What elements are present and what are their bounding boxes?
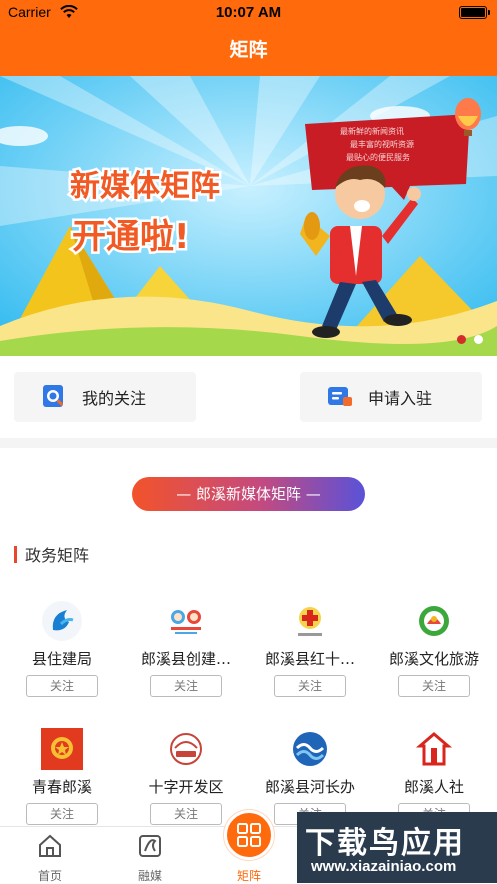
tab-media[interactable]: 融媒	[100, 827, 200, 884]
account-item[interactable]: 郎溪县红十… 关注	[248, 600, 372, 697]
my-follows-label: 我的关注	[82, 389, 147, 408]
status-bar: Carrier 10:07 AM	[0, 0, 497, 26]
follow-button[interactable]: 关注	[398, 675, 470, 697]
section-accent-bar	[14, 545, 17, 563]
tab-home-label: 首页	[37, 869, 62, 883]
home-icon	[39, 834, 61, 857]
section-divider	[0, 438, 497, 448]
banner-bubble-line-2: 最丰富的视听资源	[350, 139, 414, 149]
follow-button[interactable]: 关注	[26, 803, 98, 825]
clock: 10:07 AM	[215, 4, 282, 21]
section-title-text: 政务矩阵	[25, 546, 90, 565]
media-icon	[139, 835, 161, 857]
tab-media-label: 融媒	[137, 869, 162, 883]
account-item[interactable]: 郎溪文化旅游 关注	[372, 600, 496, 697]
follow-button[interactable]: 关注	[150, 675, 222, 697]
banner-bubble-line-3: 最贴心的便民服务	[346, 152, 410, 162]
matrix-tab-button[interactable]	[224, 810, 274, 860]
banner-bubble-line-1: 最新鲜的新闻资讯	[340, 126, 404, 136]
watermark-url: www.xiazainiao.com	[311, 858, 457, 875]
watermark: 下载鸟应用 www.xiazainiao.com	[297, 812, 497, 883]
development-zone-logo	[165, 728, 207, 770]
banner-headline-1: 新媒体矩阵	[70, 169, 220, 204]
apply-join-button[interactable]: 申请入驻	[300, 372, 482, 422]
youth-league-logo	[41, 728, 83, 770]
account-item[interactable]: 郎溪县创建… 关注	[124, 600, 248, 697]
carousel-dot-1[interactable]	[457, 335, 466, 344]
account-item[interactable]: 十字开发区 关注	[124, 728, 248, 825]
follow-button[interactable]: 关注	[26, 675, 98, 697]
carousel-dot-2[interactable]	[474, 335, 483, 344]
tab-home[interactable]: 首页	[0, 827, 100, 884]
account-name: 郎溪县创建…	[140, 650, 231, 668]
account-item[interactable]: 郎溪人社 关注	[372, 728, 496, 825]
civilization-mascot-logo	[165, 600, 207, 642]
account-name: 郎溪人社	[403, 778, 464, 796]
account-name: 郎溪文化旅游	[388, 650, 479, 668]
account-name: 郎溪县红十…	[264, 650, 355, 668]
account-item[interactable]: 郎溪县河长办 关注	[248, 728, 372, 825]
apply-card-icon	[328, 387, 352, 406]
account-name: 郎溪县河长办	[264, 778, 355, 796]
human-resources-logo	[413, 728, 455, 770]
account-name: 十字开发区	[148, 778, 224, 796]
battery-icon	[459, 6, 490, 19]
carousel-indicator[interactable]	[457, 335, 483, 344]
housing-bureau-logo	[41, 600, 83, 642]
follow-button[interactable]: 关注	[150, 803, 222, 825]
matrix-grid-icon	[237, 823, 261, 847]
follow-button[interactable]: 关注	[274, 675, 346, 697]
watermark-title: 下载鸟应用	[305, 826, 465, 861]
culture-tourism-logo	[413, 600, 455, 642]
account-name: 县住建局	[31, 650, 92, 668]
matrix-header-pill: — 郎溪新媒体矩阵 —	[132, 477, 365, 511]
river-chief-logo	[289, 728, 331, 770]
account-item[interactable]: 县住建局 关注	[0, 600, 124, 697]
banner-illustration: 最新鲜的新闻资讯 最丰富的视听资源 最贴心的便民服务 新媒体矩阵 开通啦!	[0, 76, 497, 356]
banner-carousel[interactable]: 最新鲜的新闻资讯 最丰富的视听资源 最贴心的便民服务 新媒体矩阵 开通啦!	[0, 76, 497, 356]
account-item[interactable]: 青春郎溪 关注	[0, 728, 124, 825]
my-follows-button[interactable]: 我的关注	[14, 372, 196, 422]
apply-join-label: 申请入驻	[368, 389, 433, 408]
banner-headline-2: 开通啦!	[72, 217, 190, 257]
account-name: 青春郎溪	[31, 778, 92, 796]
search-doc-icon	[43, 385, 63, 407]
red-cross-logo	[289, 600, 331, 642]
page-title: 矩阵	[0, 26, 497, 76]
tab-matrix-label: 矩阵	[236, 869, 261, 883]
section-title: 政务矩阵	[14, 544, 90, 565]
